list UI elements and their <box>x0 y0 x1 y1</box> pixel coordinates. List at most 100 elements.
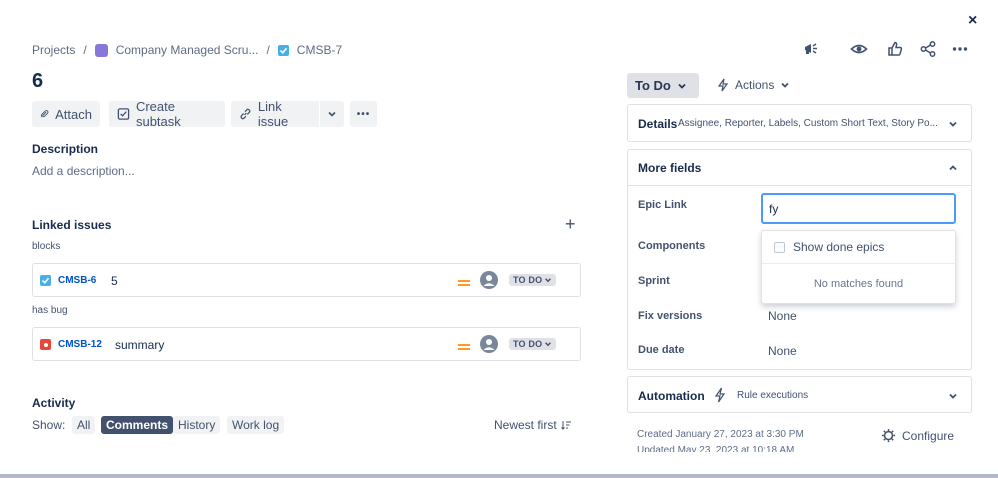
actions-label: Actions <box>735 78 775 92</box>
watch-eye-icon[interactable] <box>848 38 870 60</box>
status-lozenge-label: TO DO <box>513 275 543 285</box>
share-icon[interactable] <box>917 38 939 60</box>
rule-executions-label[interactable]: Rule executions <box>737 390 808 401</box>
configure-button[interactable]: Configure <box>881 428 954 443</box>
attach-button[interactable]: Attach <box>32 101 100 127</box>
activity-tab-comments[interactable]: Comments <box>101 416 174 434</box>
gear-icon <box>881 428 896 443</box>
status-lozenge-label: TO DO <box>513 339 543 349</box>
more-actions-label: ••• <box>356 108 371 120</box>
automation-panel[interactable]: Automation Rule executions <box>627 376 972 413</box>
epic-link-label: Epic Link <box>638 199 687 211</box>
create-subtask-label: Create subtask <box>135 99 181 129</box>
link-issue-label: Link issue <box>257 99 289 129</box>
description-heading: Description <box>32 142 99 156</box>
bug-type-icon <box>40 339 51 350</box>
due-date-value[interactable]: None <box>768 344 797 358</box>
details-heading: Details <box>638 117 678 131</box>
chevron-down-icon <box>545 278 552 283</box>
due-date-label: Due date <box>638 344 685 356</box>
more-fields-heading: More fields <box>638 161 702 175</box>
status-lozenge[interactable]: TO DO <box>509 338 557 350</box>
linked-issue-key[interactable]: CMSB-6 <box>58 275 96 286</box>
linked-issue-summary: 5 <box>111 274 118 288</box>
linked-issues-heading: Linked issues <box>32 218 112 232</box>
chevron-down-icon <box>781 82 789 88</box>
details-summary: Assignee, Reporter, Labels, Custom Short… <box>678 118 938 129</box>
automation-heading: Automation <box>638 389 705 403</box>
link-icon <box>240 108 251 120</box>
breadcrumb: Projects / Company Managed Scru... / CMS… <box>32 42 342 58</box>
sort-order-label: Newest first <box>494 418 557 432</box>
breadcrumb-separator: / <box>83 43 87 57</box>
activity-tab-work-log[interactable]: Work log <box>227 416 285 434</box>
lightning-icon <box>717 78 729 92</box>
details-panel[interactable]: Details Assignee, Reporter, Labels, Cust… <box>627 104 972 142</box>
linked-issue-row[interactable]: CMSB-6 5 TO DO <box>32 263 581 297</box>
show-done-epics-label: Show done epics <box>793 240 885 254</box>
linked-issue-summary: summary <box>115 338 165 352</box>
vote-thumbs-up-icon[interactable] <box>884 38 906 60</box>
issue-title[interactable]: 6 <box>32 70 43 93</box>
sort-descending-icon <box>560 421 571 430</box>
link-issue-dropdown-button[interactable] <box>320 101 344 127</box>
no-matches-text: No matches found <box>813 278 904 290</box>
window-bottom-border <box>0 474 998 478</box>
breadcrumb-separator: / <box>266 43 270 57</box>
linked-issue-key[interactable]: CMSB-12 <box>58 339 102 350</box>
description-placeholder[interactable]: Add a description... <box>32 164 135 178</box>
link-issue-button[interactable]: Link issue <box>231 99 319 129</box>
epic-link-dropdown: Show done epics No matches found <box>761 230 956 304</box>
chevron-down-icon <box>545 342 552 347</box>
activity-tab-history[interactable]: History <box>173 416 221 434</box>
breadcrumb-project[interactable]: Company Managed Scru... <box>116 43 259 57</box>
project-avatar-icon <box>94 43 108 57</box>
dropdown-divider <box>762 263 955 264</box>
link-relation-label: blocks <box>32 241 61 252</box>
status-button[interactable]: To Do <box>627 73 699 98</box>
configure-label: Configure <box>902 428 955 443</box>
task-type-icon <box>277 44 289 56</box>
epic-link-input-value: fy <box>769 202 779 216</box>
task-type-icon <box>40 275 51 286</box>
actions-button[interactable]: Actions <box>717 78 790 92</box>
updated-timestamp: Updated May 23, 2023 at 10:18 AM <box>637 445 795 452</box>
fix-versions-value[interactable]: None <box>768 309 797 323</box>
paperclip-icon <box>40 110 49 118</box>
chevron-up-icon[interactable] <box>948 163 958 173</box>
avatar <box>480 335 498 358</box>
breadcrumb-projects[interactable]: Projects <box>32 43 75 57</box>
updated-timestamp-clip: Updated May 23, 2023 at 10:18 AM <box>637 441 794 452</box>
show-done-epics-option[interactable]: Show done epics <box>774 240 884 254</box>
more-actions-button[interactable]: ••• <box>350 101 377 127</box>
more-options-icon[interactable] <box>949 38 971 60</box>
sort-order-button[interactable]: Newest first <box>494 418 571 432</box>
attach-label: Attach <box>55 106 92 122</box>
add-linked-issue-button[interactable]: + <box>565 214 576 235</box>
linked-issue-row[interactable]: CMSB-12 summary TO DO <box>32 327 581 361</box>
chevron-down-icon <box>328 111 336 117</box>
avatar <box>480 271 498 294</box>
feedback-megaphone-icon[interactable] <box>800 38 822 60</box>
created-timestamp: Created January 27, 2023 at 3:30 PM <box>637 429 804 440</box>
status-label: To Do <box>635 78 671 93</box>
activity-heading: Activity <box>32 396 76 410</box>
close-icon[interactable]: × <box>968 12 977 30</box>
activity-tab-all[interactable]: All <box>72 416 96 434</box>
status-lozenge[interactable]: TO DO <box>509 274 557 286</box>
subtask-icon <box>117 108 130 120</box>
epic-link-input[interactable]: fy <box>761 193 956 224</box>
priority-medium-icon <box>458 339 470 357</box>
activity-show-label: Show: <box>32 418 66 432</box>
show-done-epics-checkbox[interactable] <box>774 241 785 253</box>
create-subtask-button[interactable]: Create subtask <box>109 99 225 129</box>
more-fields-divider <box>628 185 971 186</box>
priority-medium-icon <box>458 275 470 293</box>
chevron-down-icon <box>678 83 686 89</box>
fix-versions-label: Fix versions <box>638 310 703 322</box>
sprint-label: Sprint <box>638 275 670 287</box>
link-relation-label: has bug <box>32 305 68 316</box>
components-label: Components <box>638 240 706 252</box>
breadcrumb-issue-key[interactable]: CMSB-7 <box>297 43 342 57</box>
lightning-icon <box>714 387 726 403</box>
